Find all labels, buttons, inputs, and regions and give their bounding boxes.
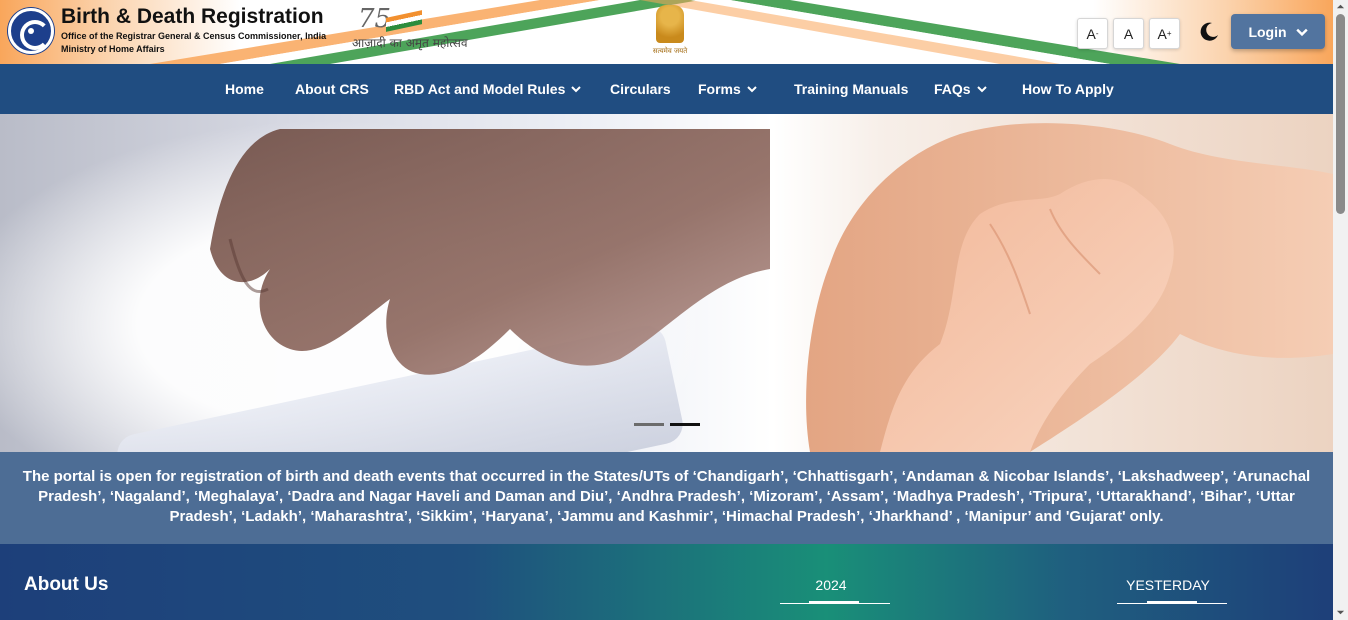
parent-and-baby-hands-image [806,123,1333,452]
nav-item-training-manuals[interactable]: Training Manuals [794,64,908,114]
nav-item-faqs[interactable]: FAQs [934,64,987,114]
main-navigation: Home About CRS RBD Act and Model Rules C… [0,64,1333,114]
site-subtitle: Office of the Registrar General & Census… [61,31,327,41]
carousel-indicator-1[interactable] [634,423,664,426]
stat-yesterday-underline [1147,601,1197,604]
ministry-name: Ministry of Home Affairs [61,44,165,54]
page-scrollbar[interactable] [1333,0,1348,620]
nav-item-how-to-apply[interactable]: How To Apply [1022,64,1114,114]
scroll-up-icon[interactable] [1336,2,1345,11]
scroll-down-icon[interactable] [1336,608,1345,617]
scrollbar-thumb[interactable] [1336,14,1345,214]
login-button[interactable]: Login [1231,14,1325,49]
carousel-indicator-2[interactable] [670,423,700,426]
site-header: Birth & Death Registration Office of the… [0,0,1333,64]
about-section: About Us 2024 YESTERDAY [0,544,1333,620]
chevron-down-icon [747,86,757,93]
font-increase-button[interactable]: A + [1149,18,1180,49]
nav-item-forms[interactable]: Forms [698,64,757,114]
stat-year-label: 2024 [815,577,847,593]
font-decrease-button[interactable]: A- [1077,18,1108,49]
national-emblem-icon: सत्यमेव जयते [650,3,690,60]
font-normal-button[interactable]: A [1113,18,1144,49]
crs-logo[interactable] [8,8,54,54]
chevron-down-icon [1295,28,1308,36]
nav-item-about-crs[interactable]: About CRS [295,64,369,114]
hero-carousel [0,114,1333,452]
nav-item-circulars[interactable]: Circulars [610,64,671,114]
registration-notice: The portal is open for registration of b… [0,452,1333,544]
about-us-heading: About Us [24,574,109,595]
login-label: Login [1248,23,1287,40]
azadi-ka-amrit-mahotsav-logo: 75 आज़ादी का अमृत महोत्सव [352,4,468,50]
chevron-down-icon [976,86,987,93]
nav-item-home[interactable]: Home [225,64,264,114]
nav-item-rbd-act[interactable]: RBD Act and Model Rules [394,64,582,114]
stat-year-underline [809,601,859,604]
moon-icon[interactable] [1197,20,1221,44]
stat-yesterday-label: YESTERDAY [1126,577,1210,593]
chevron-down-icon [571,86,582,93]
site-title: Birth & Death Registration [61,5,324,28]
typing-hand-image [210,129,770,375]
